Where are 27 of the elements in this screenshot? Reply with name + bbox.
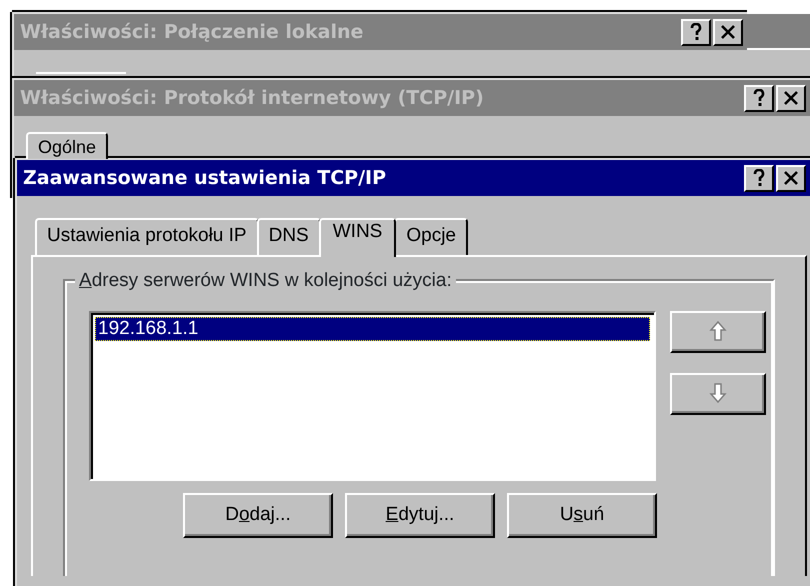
help-button[interactable]: [681, 18, 711, 46]
tab[interactable]: WINS: [318, 218, 396, 257]
close-icon: [720, 24, 736, 40]
dialog-button[interactable]: Edytuj...: [345, 492, 495, 538]
close-icon: [783, 170, 799, 186]
help-icon: [753, 169, 765, 187]
help-button[interactable]: [744, 84, 774, 112]
server-list[interactable]: 192.168.1.1: [89, 310, 656, 481]
dialog-button[interactable]: Usuń: [507, 492, 657, 538]
tab[interactable]: DNS: [256, 218, 321, 255]
window-title: Właściwości: Połączenie lokalne: [20, 20, 364, 45]
window-title: Zaawansowane ustawienia TCP/IP: [23, 166, 388, 191]
help-icon: [690, 23, 702, 41]
tab[interactable]: Ogólne: [26, 132, 108, 160]
window-title: Właściwości: Protokół internetowy (TCP/IP): [20, 86, 485, 111]
help-icon: [753, 89, 765, 107]
dialog-button[interactable]: Dodaj...: [183, 492, 333, 538]
arrow-up-icon: [709, 320, 727, 344]
list-item[interactable]: 192.168.1.1: [95, 316, 650, 341]
close-button[interactable]: [776, 164, 806, 192]
close-button[interactable]: [713, 18, 743, 46]
tab[interactable]: Ustawienia protokołu IP: [35, 218, 259, 255]
arrow-down-icon: [709, 382, 727, 406]
close-button[interactable]: [776, 84, 806, 112]
help-button[interactable]: [744, 164, 774, 192]
close-icon: [783, 90, 799, 106]
tab[interactable]: Opcje: [394, 218, 468, 255]
